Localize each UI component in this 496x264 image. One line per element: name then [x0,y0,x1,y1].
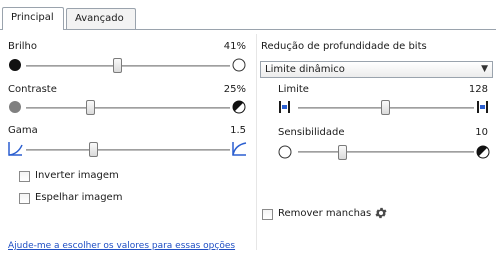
gamma-slider-thumb[interactable] [89,142,98,157]
brightness-value: 41% [223,41,246,52]
threshold-value: 128 [468,84,488,95]
high-sensitivity-icon[interactable] [476,145,490,159]
help-choose-values-link[interactable]: Ajude-me a escolher os valores para essa… [8,241,235,251]
low-sensitivity-icon[interactable] [278,145,292,159]
tab-principal[interactable]: Principal [2,7,64,30]
low-contrast-icon[interactable] [8,100,22,114]
dropdown-arrow-icon: ▼ [481,64,488,74]
remove-spots-label[interactable]: Remover manchas [278,208,371,219]
threshold-label: Limite [278,84,309,95]
gamma-slider-track[interactable] [26,149,230,151]
light-circle-icon[interactable] [232,58,246,72]
sensitivity-label: Sensibilidade [278,127,345,138]
bit-depth-selected-value: Limite dinâmico [265,64,345,75]
column-divider [256,34,257,250]
threshold-high-icon[interactable] [476,100,489,114]
sensitivity-slider-thumb[interactable] [338,145,347,160]
bit-depth-label: Redução de profundidade de bits [261,41,427,52]
contrast-slider-track[interactable] [26,107,230,109]
remove-spots-checkbox[interactable] [262,209,273,220]
sensitivity-value: 10 [475,127,488,138]
tab-avancado[interactable]: Avançado [66,8,136,30]
high-contrast-icon[interactable] [232,100,246,114]
threshold-low-icon[interactable] [278,100,291,114]
contrast-value: 25% [223,84,246,95]
gamma-label: Gama [8,125,38,136]
bit-depth-select[interactable]: Limite dinâmico ▼ [260,61,493,78]
gear-icon[interactable] [374,206,388,220]
invert-image-checkbox[interactable] [19,171,30,182]
tab-avancado-label: Avançado [75,13,124,24]
brightness-label: Brilho [8,41,37,52]
low-gamma-curve-icon[interactable] [8,141,23,156]
brightness-slider-thumb[interactable] [113,58,122,73]
contrast-label: Contraste [8,84,57,95]
brightness-slider-track[interactable] [26,65,230,67]
mirror-image-label[interactable]: Espelhar imagem [35,192,122,203]
tab-bar: Principal Avançado [0,0,496,30]
tab-principal-label: Principal [11,12,54,23]
gamma-value: 1.5 [230,125,246,136]
contrast-slider-thumb[interactable] [86,100,95,115]
high-gamma-curve-icon[interactable] [232,141,247,156]
tab-divider-line [0,29,496,30]
invert-image-label[interactable]: Inverter imagem [35,170,119,181]
sensitivity-slider-track[interactable] [298,151,474,153]
dark-circle-icon[interactable] [8,58,22,72]
mirror-image-checkbox[interactable] [19,193,30,204]
threshold-slider-thumb[interactable] [381,100,390,115]
